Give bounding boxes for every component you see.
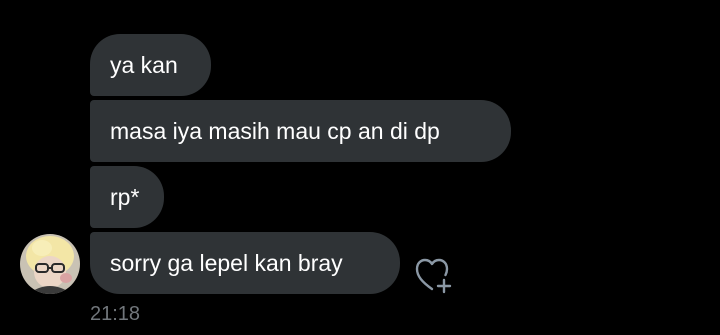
sender-avatar[interactable] — [20, 234, 80, 294]
avatar-image — [20, 234, 80, 294]
heart-plus-icon — [415, 258, 452, 294]
message-text: sorry ga lepel kan bray — [110, 250, 343, 276]
message-text: ya kan — [110, 52, 178, 78]
message-bubble[interactable]: sorry ga lepel kan bray — [90, 232, 400, 294]
message-bubble[interactable]: rp* — [90, 166, 164, 228]
message-text: rp* — [110, 184, 140, 210]
message-text: masa iya masih mau cp an di dp — [110, 118, 440, 144]
message-bubble[interactable]: ya kan — [90, 34, 211, 96]
message-bubble[interactable]: masa iya masih mau cp an di dp — [90, 100, 511, 162]
add-reaction-button[interactable] — [414, 256, 456, 296]
message-timestamp: 21:18 — [90, 303, 141, 325]
